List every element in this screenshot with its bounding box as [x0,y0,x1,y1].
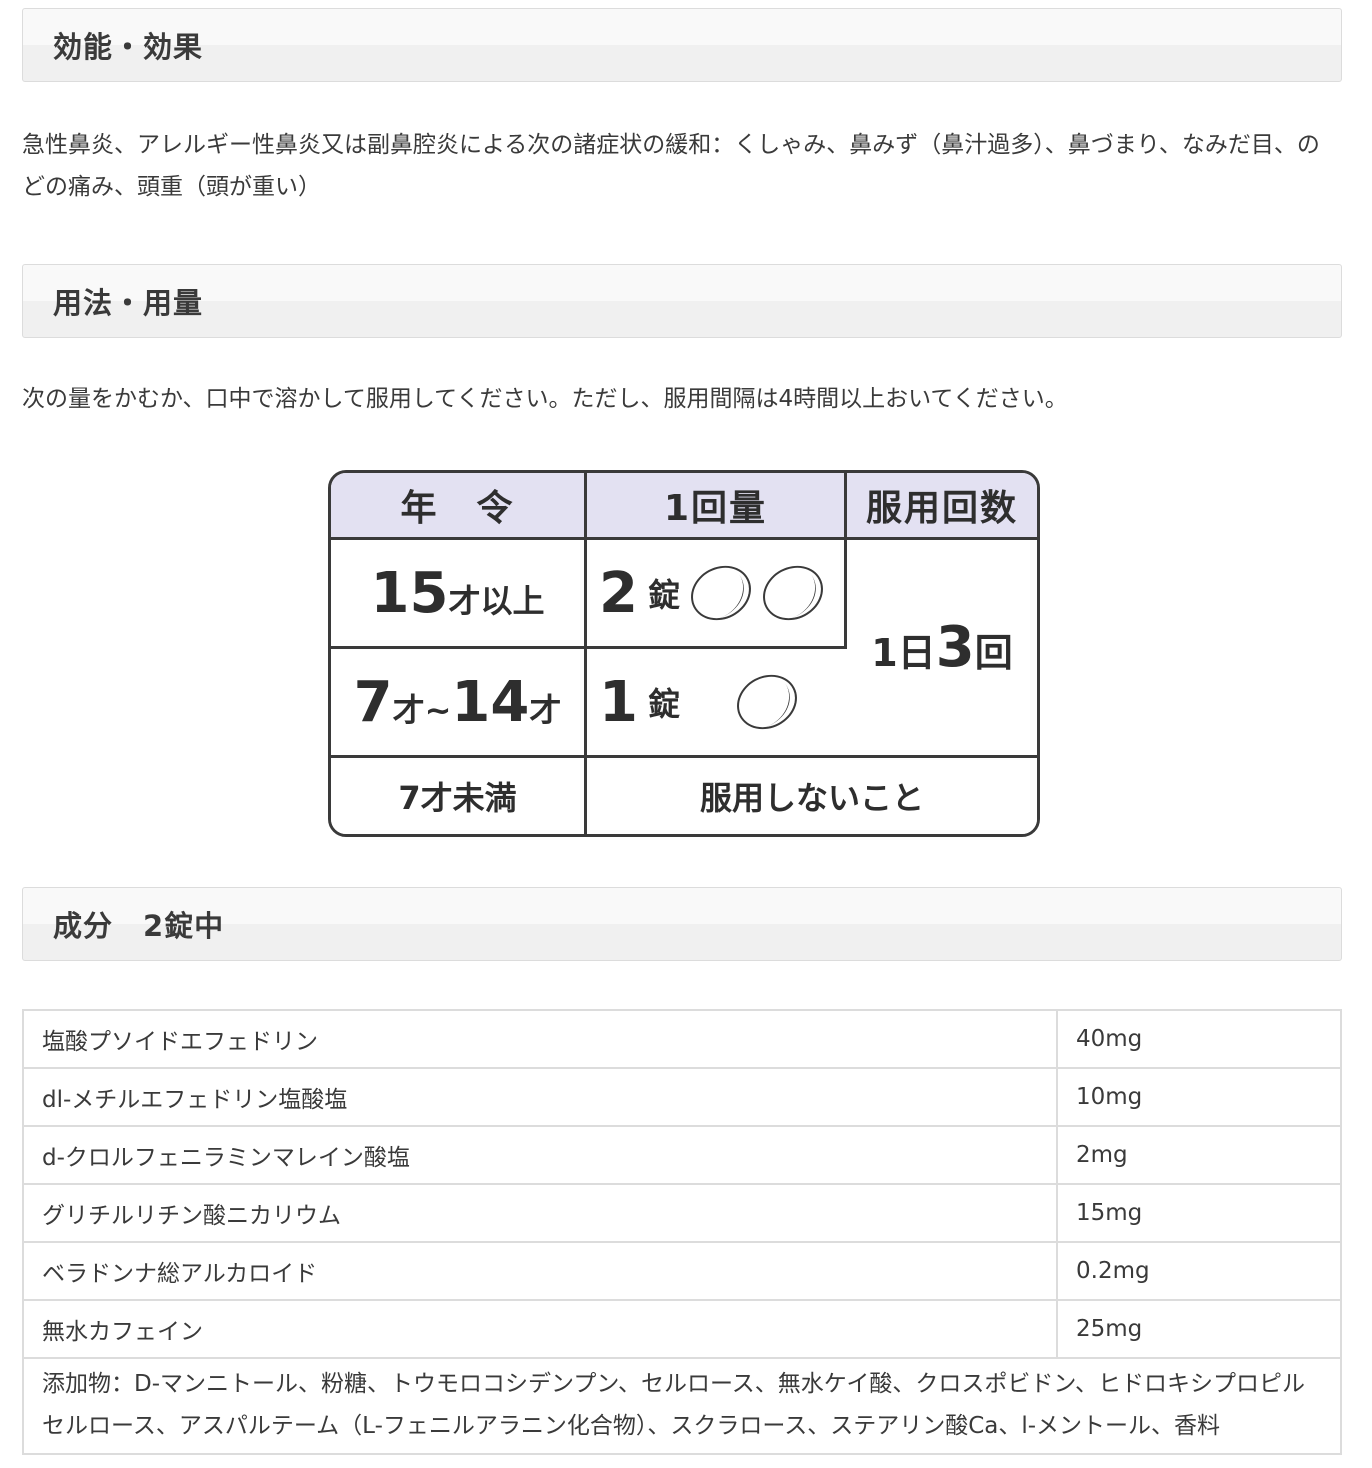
ingredient-amount: 10mg [1056,1067,1342,1127]
header-dose: 1回量 [587,473,847,540]
ingredients-heading: 成分 2錠中 [53,909,225,943]
additives-text: 添加物：D-マンニトール、粉糖、トウモロコシデンプン、セルロース、無水ケイ酸、ク… [22,1357,1342,1455]
ingredient-amount: 15mg [1056,1183,1342,1243]
ingredient-name: 無水カフェイン [22,1299,1058,1359]
dosage-table-graphic: 年 令 1回量 服用回数 15才以上 2 錠 1日3回 7才~14才 1 錠 7… [328,470,1040,837]
ingredient-name: d-クロルフェニラミンマレイン酸塩 [22,1125,1058,1185]
tablet-icon [753,555,833,631]
ingredient-name: dl-メチルエフェドリン塩酸塩 [22,1067,1058,1127]
age-cell: 15才以上 [331,540,587,649]
frequency-suffix: 回 [974,631,1013,675]
age-number-2: 14 [451,669,530,735]
ingredient-name: グリチルリチン酸ニカリウム [22,1183,1058,1243]
dosage-row: 15才以上 2 錠 1日3回 [331,540,1037,758]
dosage-header-row: 年 令 1回量 服用回数 [331,473,1037,540]
age-unit: 才以上 [448,581,545,620]
ingredient-amount: 0.2mg [1056,1241,1342,1301]
usage-header: 用法・用量 [22,264,1342,338]
efficacy-heading: 効能・効果 [53,30,204,64]
dose-number: 1 [599,669,638,735]
age-cell: 7才~14才 [331,649,587,758]
table-row: 塩酸プソイドエフェドリン 40mg [22,1009,1342,1069]
table-row: d-クロルフェニラミンマレイン酸塩 2mg [22,1125,1342,1185]
ingredients-table: 塩酸プソイドエフェドリン 40mg dl-メチルエフェドリン塩酸塩 10mg d… [22,1009,1342,1455]
age-number: 7 [353,669,393,735]
usage-heading: 用法・用量 [53,286,204,320]
dose-cell: 1 錠 [587,649,847,758]
additives-row: 添加物：D-マンニトール、粉糖、トウモロコシデンプン、セルロース、無水ケイ酸、ク… [22,1357,1342,1455]
page: 効能・効果 急性鼻炎、アレルギー性鼻炎又は副鼻腔炎による次の諸症状の緩和：くしゃ… [22,8,1342,1455]
age-unit-2: 才 [529,690,562,729]
table-row: グリチルリチン酸ニカリウム 15mg [22,1183,1342,1243]
ingredient-amount: 25mg [1056,1299,1342,1359]
dose-unit: 錠 [647,685,680,723]
age-number: 15 [370,560,449,626]
efficacy-text: 急性鼻炎、アレルギー性鼻炎又は副鼻腔炎による次の諸症状の緩和：くしゃみ、鼻みず（… [22,132,1320,200]
dose-unit: 錠 [647,576,680,614]
under-7-note: 服用しないこと [587,758,1037,834]
frequency-prefix: 1日 [871,631,936,675]
frequency-cell: 1日3回 [847,540,1037,758]
dose-number: 2 [599,560,638,626]
under-7-age: 7才未満 [331,758,587,834]
table-row: dl-メチルエフェドリン塩酸塩 10mg [22,1067,1342,1127]
dosage-table: 年 令 1回量 服用回数 15才以上 2 錠 1日3回 7才~14才 1 錠 7… [328,470,1040,837]
usage-text: 次の量をかむか、口中で溶かして服用してください。ただし、服用間隔は4時間以上おい… [22,386,1068,412]
table-row: 無水カフェイン 25mg [22,1299,1342,1359]
dose-cell: 2 錠 [587,540,847,649]
header-age: 年 令 [331,473,587,540]
frequency-number: 3 [935,615,975,680]
dosage-row-under-7: 7才未満 服用しないこと [331,758,1037,834]
age-unit: 才~ [392,690,452,729]
tablet-icon [727,664,807,740]
header-frequency: 服用回数 [847,473,1037,540]
ingredient-amount: 2mg [1056,1125,1342,1185]
ingredients-header: 成分 2錠中 [22,887,1342,961]
tablet-icon [681,555,761,631]
efficacy-header: 効能・効果 [22,8,1342,82]
ingredient-amount: 40mg [1056,1009,1342,1069]
table-row: ベラドンナ総アルカロイド 0.2mg [22,1241,1342,1301]
ingredient-name: 塩酸プソイドエフェドリン [22,1009,1058,1069]
ingredient-name: ベラドンナ総アルカロイド [22,1241,1058,1301]
